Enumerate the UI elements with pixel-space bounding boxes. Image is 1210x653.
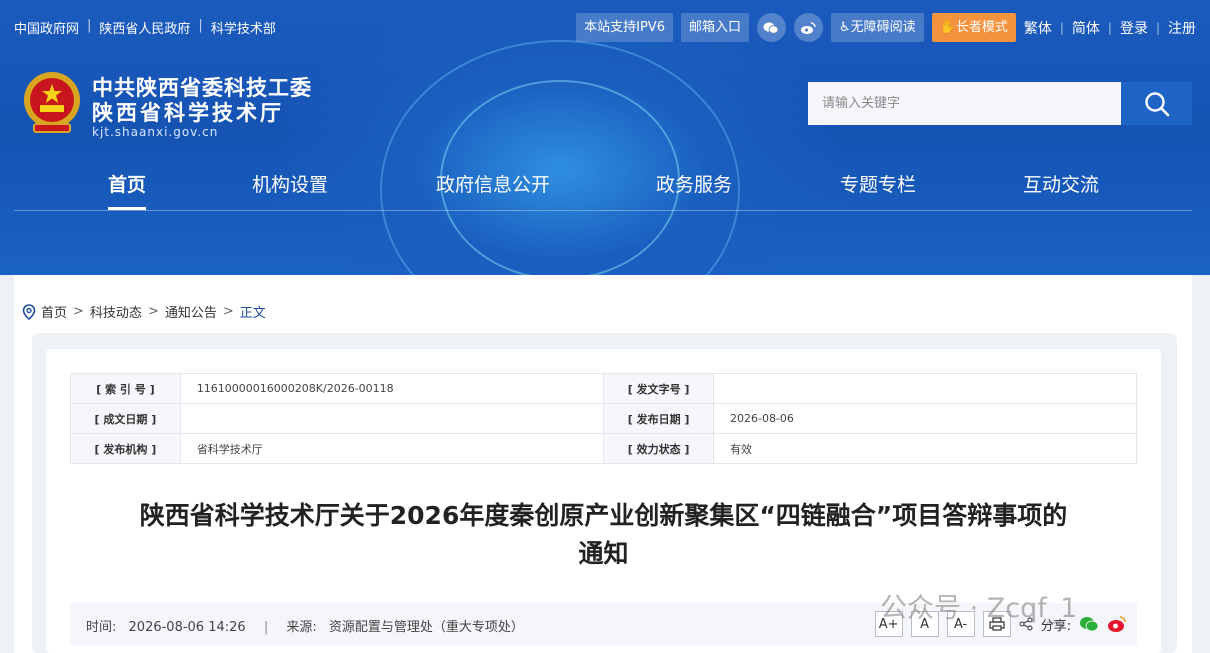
written-date-value: [179, 403, 605, 434]
breadcrumb-home[interactable]: 首页: [41, 302, 67, 321]
search-button[interactable]: [1121, 82, 1192, 125]
share-weibo-icon[interactable]: [1107, 615, 1127, 633]
source-label: 来源:: [286, 620, 317, 635]
elder-mode-button[interactable]: ✋长者模式: [931, 13, 1016, 42]
status-label: [ 效力状态 ]: [603, 433, 714, 464]
article-title: 陕西省科学技术厅关于2026年度秦创原产业创新聚集区“四链融合”项目答辩事项的 …: [70, 497, 1137, 573]
nav-organization[interactable]: 机构设置: [252, 170, 328, 197]
elder-mode-label: 长者模式: [955, 20, 1008, 35]
nav-home[interactable]: 首页: [108, 170, 146, 197]
simplified-chinese-link[interactable]: 简体: [1072, 18, 1100, 38]
national-emblem-icon: [20, 70, 84, 136]
link-shaanxi-gov[interactable]: 陕西省人民政府: [99, 18, 190, 37]
accessibility-label: 无障碍阅读: [850, 20, 916, 35]
watermark: 公众号 · Zcqf_1: [880, 593, 1078, 624]
issuer-label: [ 发布机构 ]: [70, 433, 181, 464]
document-meta-table: [ 索 引 号 ] 11610000016000208K/2026-00118 …: [70, 373, 1138, 464]
nav-gov-services[interactable]: 政务服务: [656, 170, 732, 197]
index-no-label: [ 索 引 号 ]: [70, 373, 181, 404]
doc-no-value: [712, 373, 1138, 404]
search-icon: [1144, 91, 1169, 116]
status-value: 有效: [712, 433, 1138, 464]
time-label: 时间:: [86, 620, 117, 635]
breadcrumb-tech-news[interactable]: 科技动态: [90, 302, 142, 321]
publish-date-label: [ 发布日期 ]: [603, 403, 714, 434]
source-value: 资源配置与管理处（重大专项处）: [328, 620, 524, 635]
register-link[interactable]: 注册: [1168, 18, 1196, 38]
site-name-line2: 陕西省科学技术厅: [92, 101, 284, 125]
written-date-label: [ 成文日期 ]: [70, 403, 181, 434]
breadcrumb-current: 正文: [239, 306, 266, 321]
breadcrumb-notices[interactable]: 通知公告: [165, 302, 217, 321]
table-row: [ 成文日期 ] [ 发布日期 ] 2026-08-06: [70, 403, 1138, 434]
site-domain: kjt.shaanxi.gov.cn: [92, 125, 219, 139]
nav-gov-info[interactable]: 政府信息公开: [436, 170, 550, 197]
breadcrumb: 首页 > 科技动态 > 通知公告 > 正文: [22, 302, 266, 321]
top-bar: 中国政府网 | 陕西省人民政府 | 科学技术部 本站支持IPV6 邮箱入口 ♿无…: [0, 0, 1210, 52]
table-row: [ 发布机构 ] 省科学技术厅 [ 效力状态 ] 有效: [70, 433, 1138, 464]
location-pin-icon: [22, 303, 36, 320]
nav-active-indicator: [108, 207, 146, 210]
login-link[interactable]: 登录: [1120, 18, 1148, 38]
index-no-value: 11610000016000208K/2026-00118: [179, 373, 605, 404]
doc-no-label: [ 发文字号 ]: [603, 373, 714, 404]
wechat-icon[interactable]: [756, 13, 786, 42]
top-tools: 本站支持IPV6 邮箱入口 ♿无障碍阅读 ✋长者模式 繁体 | 简体 | 登录 …: [576, 13, 1196, 42]
traditional-chinese-link[interactable]: 繁体: [1024, 18, 1052, 38]
search-input[interactable]: [808, 82, 1122, 125]
article-title-line2: 通知: [578, 539, 629, 568]
ipv6-badge: 本站支持IPV6: [576, 13, 673, 42]
article-info: 时间: 2026-08-06 14:26 | 来源: 资源配置与管理处（重大专项…: [86, 620, 524, 635]
link-most[interactable]: 科学技术部: [211, 18, 276, 37]
article-title-line1: 陕西省科学技术厅关于2026年度秦创原产业创新聚集区“四链融合”项目答辩事项的: [139, 501, 1068, 530]
weibo-icon[interactable]: [793, 13, 823, 42]
mailbox-button[interactable]: 邮箱入口: [680, 13, 749, 42]
link-gov-cn[interactable]: 中国政府网: [14, 18, 79, 37]
time-value: 2026-08-06 14:26: [128, 620, 246, 635]
main-nav: 首页 机构设置 政府信息公开 政务服务 专题专栏 互动交流: [14, 160, 1192, 211]
top-links: 中国政府网 | 陕西省人民政府 | 科学技术部: [14, 18, 276, 37]
issuer-value: 省科学技术厅: [179, 433, 605, 464]
site-header: 中国政府网 | 陕西省人民政府 | 科学技术部 本站支持IPV6 邮箱入口 ♿无…: [0, 0, 1210, 275]
nav-interaction[interactable]: 互动交流: [1023, 170, 1099, 197]
share-wechat-icon[interactable]: [1079, 615, 1099, 633]
table-row: [ 索 引 号 ] 11610000016000208K/2026-00118 …: [70, 373, 1138, 404]
publish-date-value: 2026-08-06: [712, 403, 1138, 434]
accessibility-button[interactable]: ♿无障碍阅读: [830, 13, 924, 42]
nav-special-topics[interactable]: 专题专栏: [840, 170, 916, 197]
